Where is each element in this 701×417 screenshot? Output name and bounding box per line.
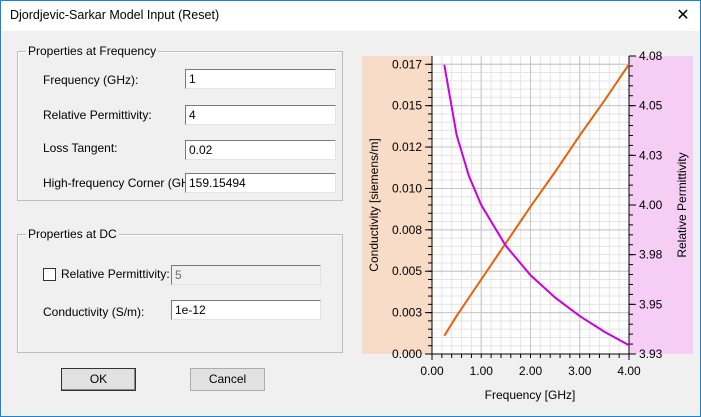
dc-conductivity-input[interactable]: 1e-12 bbox=[171, 300, 321, 320]
left-axis-label: Conductivity [siemens/m] bbox=[367, 138, 381, 271]
relative-permittivity-label: Relative Permittivity: bbox=[43, 108, 152, 122]
dc-relative-permittivity-checkbox[interactable] bbox=[43, 268, 56, 281]
left-tick-label: 0.008 bbox=[392, 223, 422, 237]
right-axis-label: Relative Permittivity bbox=[675, 152, 689, 257]
close-icon[interactable]: ✕ bbox=[666, 1, 700, 31]
hf-corner-input[interactable]: 159.15494 bbox=[185, 173, 336, 193]
x-tick-label: 3.00 bbox=[568, 364, 592, 378]
left-tick-label: 0.017 bbox=[392, 57, 422, 71]
right-tick-label: 4.00 bbox=[639, 198, 663, 212]
chart-panel: 0.00 1.00 2.00 3.00 4.00 0.000 0.003 0.005 0.008… bbox=[358, 41, 695, 411]
relative-permittivity-input[interactable]: 4 bbox=[185, 105, 336, 125]
window-title: Djordjevic-Sarkar Model Input (Reset) bbox=[10, 8, 220, 22]
right-tick-label: 3.95 bbox=[639, 297, 663, 311]
frequency-input[interactable]: 1 bbox=[185, 69, 336, 89]
cancel-button[interactable]: Cancel bbox=[190, 368, 265, 391]
right-tick-label: 4.03 bbox=[639, 148, 663, 162]
loss-tangent-label: Loss Tangent: bbox=[43, 141, 118, 155]
dual-axis-line-chart: 0.00 1.00 2.00 3.00 4.00 0.000 0.003 0.005 0.008… bbox=[362, 49, 693, 402]
right-tick-label: 3.93 bbox=[639, 347, 663, 361]
left-tick-label: 0.012 bbox=[392, 140, 422, 154]
x-axis-label: Frequency [GHz] bbox=[485, 388, 576, 402]
right-tick-label: 4.08 bbox=[639, 49, 663, 63]
properties-at-dc-group: Properties at DC bbox=[17, 227, 343, 353]
left-tick-label: 0.015 bbox=[392, 99, 422, 113]
x-tick-label: 1.00 bbox=[470, 364, 494, 378]
frequency-label: Frequency (GHz): bbox=[43, 73, 139, 87]
dc-relative-permittivity-label: Relative Permittivity: bbox=[61, 267, 170, 281]
right-tick-label: 4.05 bbox=[639, 99, 663, 113]
dc-relative-permittivity-input[interactable]: 5 bbox=[171, 265, 321, 285]
group-title: Properties at Frequency bbox=[26, 44, 159, 58]
left-tick-label: 0.000 bbox=[392, 347, 422, 361]
dialog-window: Djordjevic-Sarkar Model Input (Reset) ✕ … bbox=[0, 0, 701, 417]
x-tick-label: 0.00 bbox=[420, 364, 444, 378]
x-tick-label: 2.00 bbox=[519, 364, 543, 378]
ok-button[interactable]: OK bbox=[61, 368, 136, 391]
left-tick-label: 0.010 bbox=[392, 181, 422, 195]
left-tick-label: 0.005 bbox=[392, 264, 422, 278]
group-title: Properties at DC bbox=[26, 227, 119, 241]
hf-corner-label: High-frequency Corner (GHz): bbox=[43, 176, 204, 190]
left-tick-label: 0.003 bbox=[392, 306, 422, 320]
title-bar: Djordjevic-Sarkar Model Input (Reset) ✕ bbox=[1, 1, 700, 31]
dc-conductivity-label: Conductivity (S/m): bbox=[43, 305, 145, 319]
x-tick-label: 4.00 bbox=[617, 364, 641, 378]
loss-tangent-input[interactable]: 0.02 bbox=[185, 140, 336, 160]
right-tick-label: 3.98 bbox=[639, 248, 663, 262]
